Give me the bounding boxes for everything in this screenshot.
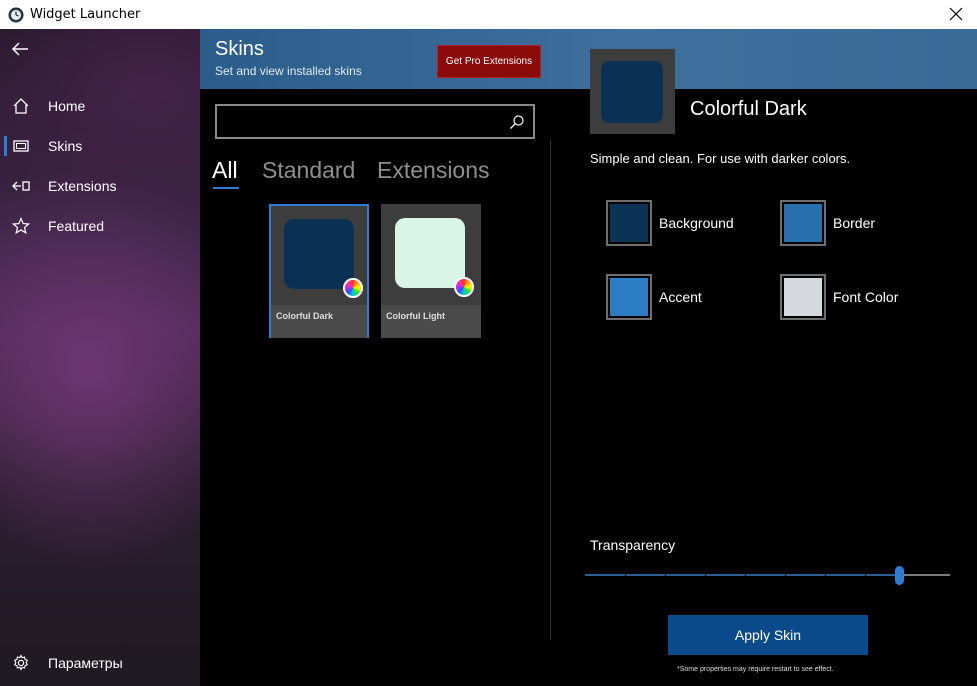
sidebar-item-label: Параметры	[48, 655, 123, 671]
sidebar-item-featured[interactable]: Featured	[0, 206, 200, 246]
page-header: Skins Set and view installed skins Get P…	[200, 29, 977, 89]
page-subtitle: Set and view installed skins	[215, 64, 362, 78]
slider-tick	[825, 574, 826, 576]
search-box[interactable]	[215, 104, 535, 139]
color-label: Accent	[659, 289, 702, 305]
color-swatch-button[interactable]	[606, 200, 652, 246]
search-input[interactable]	[221, 110, 501, 133]
color-accent[interactable]: Accent	[606, 274, 702, 320]
transparency-label: Transparency	[590, 537, 676, 553]
back-button[interactable]	[8, 37, 32, 61]
transparency-slider[interactable]	[585, 566, 950, 585]
search-icon[interactable]	[509, 114, 525, 130]
clock-app-icon	[8, 7, 24, 22]
sidebar-item-label: Home	[48, 98, 86, 114]
slider-tick	[625, 574, 626, 576]
sidebar-item-extensions[interactable]: Extensions	[0, 166, 200, 206]
skins-icon	[11, 136, 31, 156]
star-icon	[11, 216, 31, 236]
window-title: Widget Launcher	[30, 7, 141, 22]
color-wheel-icon	[454, 277, 474, 297]
preview-swatch	[601, 61, 663, 123]
color-swatch-button[interactable]	[606, 274, 652, 320]
tab-extensions[interactable]: Extensions	[377, 157, 490, 184]
sidebar-item-label: Extensions	[48, 178, 117, 194]
restart-note: *Some properties may require restart to …	[677, 666, 834, 673]
color-border[interactable]: Border	[780, 200, 875, 246]
active-indicator	[4, 136, 7, 156]
apply-skin-button[interactable]: Apply Skin	[668, 615, 868, 655]
skin-description: Simple and clean. For use with darker co…	[590, 151, 851, 166]
sidebar-item-label: Featured	[48, 218, 105, 234]
panel-divider	[550, 140, 551, 640]
slider-thumb[interactable]	[895, 566, 904, 585]
skin-card-label: Colorful Dark	[271, 305, 367, 338]
color-label: Border	[833, 215, 876, 231]
skin-swatch	[395, 218, 465, 288]
slider-tick	[665, 574, 666, 576]
color-swatch-button[interactable]	[780, 274, 826, 320]
slider-tick	[705, 574, 706, 576]
sidebar-item-skins[interactable]: Skins	[0, 126, 200, 166]
slider-tick	[865, 574, 866, 576]
skin-preview	[590, 49, 675, 134]
sidebar-item-settings[interactable]: Параметры	[0, 643, 200, 683]
tab-all[interactable]: All	[212, 157, 238, 184]
close-button[interactable]	[945, 3, 967, 25]
color-font[interactable]: Font Color	[780, 274, 898, 320]
tab-underline	[213, 187, 239, 189]
title-bar: Widget Launcher	[0, 0, 977, 29]
close-icon	[949, 7, 963, 21]
page-title: Skins	[215, 38, 264, 60]
extensions-icon	[11, 176, 31, 196]
color-label: Font Color	[833, 289, 899, 305]
sidebar-item-home[interactable]: Home	[0, 86, 200, 126]
slider-tick	[785, 574, 786, 576]
home-icon	[11, 96, 31, 116]
skin-card-colorful-light[interactable]: Colorful Light	[381, 204, 481, 338]
gear-icon	[11, 653, 31, 673]
skin-swatch	[284, 219, 354, 289]
sidebar-item-label: Skins	[48, 138, 83, 154]
color-label: Background	[659, 215, 734, 231]
sidebar: Home Skins Extensions Featured Параметры	[0, 29, 200, 686]
skin-name: Colorful Dark	[690, 98, 807, 120]
color-swatch-button[interactable]	[780, 200, 826, 246]
color-wheel-icon	[343, 278, 363, 298]
tab-standard[interactable]: Standard	[262, 157, 355, 184]
skin-card-label: Colorful Light	[381, 305, 481, 338]
slider-tick	[745, 574, 746, 576]
color-background[interactable]: Background	[606, 200, 734, 246]
get-pro-extensions-button[interactable]: Get Pro Extensions	[437, 45, 541, 78]
slider-track-filled	[585, 574, 895, 576]
back-arrow-icon	[11, 42, 28, 56]
slider-track-rest	[904, 574, 950, 576]
skin-card-colorful-dark[interactable]: Colorful Dark	[269, 204, 369, 338]
